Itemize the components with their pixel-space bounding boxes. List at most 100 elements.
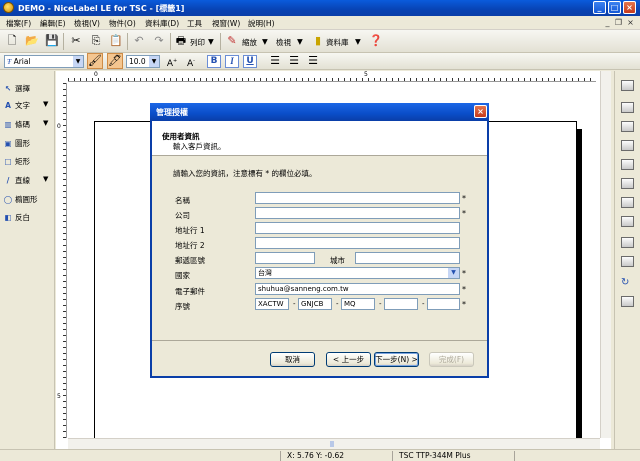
serial-field-1[interactable]: XACTW: [255, 298, 289, 310]
align-middle-icon[interactable]: [621, 102, 634, 113]
copy-icon[interactable]: ⎘: [88, 33, 104, 49]
database-icon[interactable]: ▮: [310, 33, 326, 49]
text-tool-icon[interactable]: 🖌: [87, 53, 103, 69]
align-center-obj-icon[interactable]: [621, 159, 634, 170]
serial-field-2[interactable]: GNJCB: [298, 298, 332, 310]
country-label: 國家: [175, 271, 190, 280]
align-left-obj-icon[interactable]: [621, 140, 634, 151]
menu-edit[interactable]: 編輯(E): [40, 18, 66, 29]
text-style-icon[interactable]: 🖊: [107, 53, 123, 69]
tool-select[interactable]: ↖ 選擇: [3, 83, 30, 98]
zoom-icon[interactable]: ✎: [224, 33, 240, 49]
cut-icon[interactable]: ✂: [68, 33, 84, 49]
database-dropdown-icon[interactable]: ▼: [355, 37, 361, 46]
email-label: 電子郵件: [175, 287, 205, 296]
city-field[interactable]: [355, 252, 460, 264]
mdi-minimize-button[interactable]: _: [603, 18, 612, 27]
company-field[interactable]: [255, 207, 460, 219]
increase-font-icon[interactable]: A+: [164, 53, 180, 69]
bold-button[interactable]: B: [207, 55, 221, 68]
minimize-button[interactable]: _: [593, 1, 606, 14]
print-label[interactable]: 列印: [190, 37, 205, 48]
tool-barcode[interactable]: ▥ 條碼 ▼: [3, 119, 48, 134]
next-button[interactable]: 下一步(N) >: [374, 352, 419, 367]
help-icon[interactable]: ❓: [368, 33, 384, 49]
view-label[interactable]: 檢視: [276, 37, 291, 48]
mdi-close-button[interactable]: ×: [626, 18, 635, 27]
menu-view[interactable]: 檢視(V): [74, 18, 100, 29]
font-size-combo[interactable]: 10.0 ▼: [126, 55, 160, 68]
tool-text[interactable]: A 文字 ▼: [3, 100, 48, 115]
serial-field-3[interactable]: MQ: [341, 298, 375, 310]
print-dropdown-icon[interactable]: ▼: [208, 37, 214, 46]
serial-field-4[interactable]: [384, 298, 418, 310]
rotate-icon[interactable]: ↻: [621, 277, 634, 288]
same-height-icon[interactable]: [621, 256, 634, 267]
align-left-icon[interactable]: ☰: [267, 53, 283, 69]
barcode-dropdown-icon[interactable]: ▼: [43, 119, 48, 127]
align-right-icon[interactable]: ☰: [305, 53, 321, 69]
redo-icon[interactable]: ↷: [151, 33, 167, 49]
postal-field[interactable]: [255, 252, 315, 264]
scroll-thumb[interactable]: [330, 441, 334, 447]
new-icon[interactable]: 🗋: [4, 33, 20, 49]
line-dropdown-icon[interactable]: ▼: [43, 175, 48, 183]
cancel-button[interactable]: 取消: [270, 352, 315, 367]
tool-image[interactable]: ▣ 圖形: [3, 138, 30, 153]
tool-inverse[interactable]: ◧ 反白: [3, 212, 30, 227]
distribute-v-icon[interactable]: [621, 216, 634, 227]
zoom-dropdown-icon[interactable]: ▼: [262, 37, 268, 46]
align-top-icon[interactable]: [621, 80, 634, 91]
open-folder-icon[interactable]: 📂: [24, 33, 40, 49]
group-icon[interactable]: [621, 296, 634, 307]
menu-file[interactable]: 檔案(F): [6, 18, 31, 29]
country-select[interactable]: 台灣 ▼: [255, 267, 460, 279]
menu-bar: 檔案(F) 編輯(E) 檢視(V) 物件(O) 資料庫(D) 工具 視窗(W) …: [0, 16, 640, 30]
address2-field[interactable]: [255, 237, 460, 249]
company-label: 公司: [175, 211, 190, 220]
zoom-label[interactable]: 縮放: [242, 37, 257, 48]
back-button[interactable]: < 上一步: [326, 352, 371, 367]
font-size-dropdown-icon[interactable]: ▼: [149, 56, 159, 67]
country-dropdown-icon[interactable]: ▼: [448, 268, 459, 278]
italic-button[interactable]: I: [225, 55, 239, 68]
menu-window[interactable]: 視窗(W): [212, 18, 240, 29]
vertical-scrollbar[interactable]: [600, 71, 611, 438]
window-title: DEMO - NiceLabel LE for TSC - [標籤1]: [18, 4, 185, 13]
menu-tools[interactable]: 工具: [187, 18, 202, 29]
serial-field-5[interactable]: [427, 298, 460, 310]
dialog-close-button[interactable]: ×: [474, 105, 487, 118]
decrease-font-icon[interactable]: A-: [183, 53, 199, 69]
header-subtitle: 輸入客戶資訊。: [173, 142, 226, 151]
close-button[interactable]: ×: [623, 1, 636, 14]
tool-line[interactable]: / 直線 ▼: [3, 175, 49, 190]
horizontal-scrollbar[interactable]: [68, 438, 600, 449]
address2-label: 地址行 2: [175, 241, 205, 250]
dialog-title-bar: 管理授權 ×: [150, 103, 489, 121]
align-center-icon[interactable]: ☰: [286, 53, 302, 69]
menu-database[interactable]: 資料庫(D): [145, 18, 179, 29]
menu-help[interactable]: 說明(H): [248, 18, 275, 29]
underline-button[interactable]: U: [243, 55, 257, 68]
align-right-obj-icon[interactable]: [621, 178, 634, 189]
database-label[interactable]: 資料庫: [326, 37, 349, 48]
tool-ellipse[interactable]: ◯ 橢圓形: [3, 194, 38, 209]
printer-icon[interactable]: 🖶: [173, 33, 189, 49]
mdi-restore-button[interactable]: ❐: [614, 18, 623, 27]
tool-rectangle[interactable]: □ 矩形: [3, 156, 30, 171]
save-icon[interactable]: 💾: [44, 33, 60, 49]
menu-object[interactable]: 物件(O): [109, 18, 136, 29]
paste-icon[interactable]: 📋: [108, 33, 124, 49]
view-dropdown-icon[interactable]: ▼: [297, 37, 303, 46]
distribute-h-icon[interactable]: [621, 197, 634, 208]
email-field[interactable]: shuhua@sanneng.com.tw: [255, 283, 460, 295]
undo-icon[interactable]: ↶: [131, 33, 147, 49]
font-name-dropdown-icon[interactable]: ▼: [73, 56, 83, 67]
align-bottom-icon[interactable]: [621, 121, 634, 132]
text-dropdown-icon[interactable]: ▼: [43, 100, 48, 108]
same-width-icon[interactable]: [621, 237, 634, 248]
address1-field[interactable]: [255, 222, 460, 234]
font-name-combo[interactable]: Ŧ Arial ▼: [4, 55, 84, 68]
maximize-button[interactable]: □: [608, 1, 621, 14]
name-field[interactable]: [255, 192, 460, 204]
